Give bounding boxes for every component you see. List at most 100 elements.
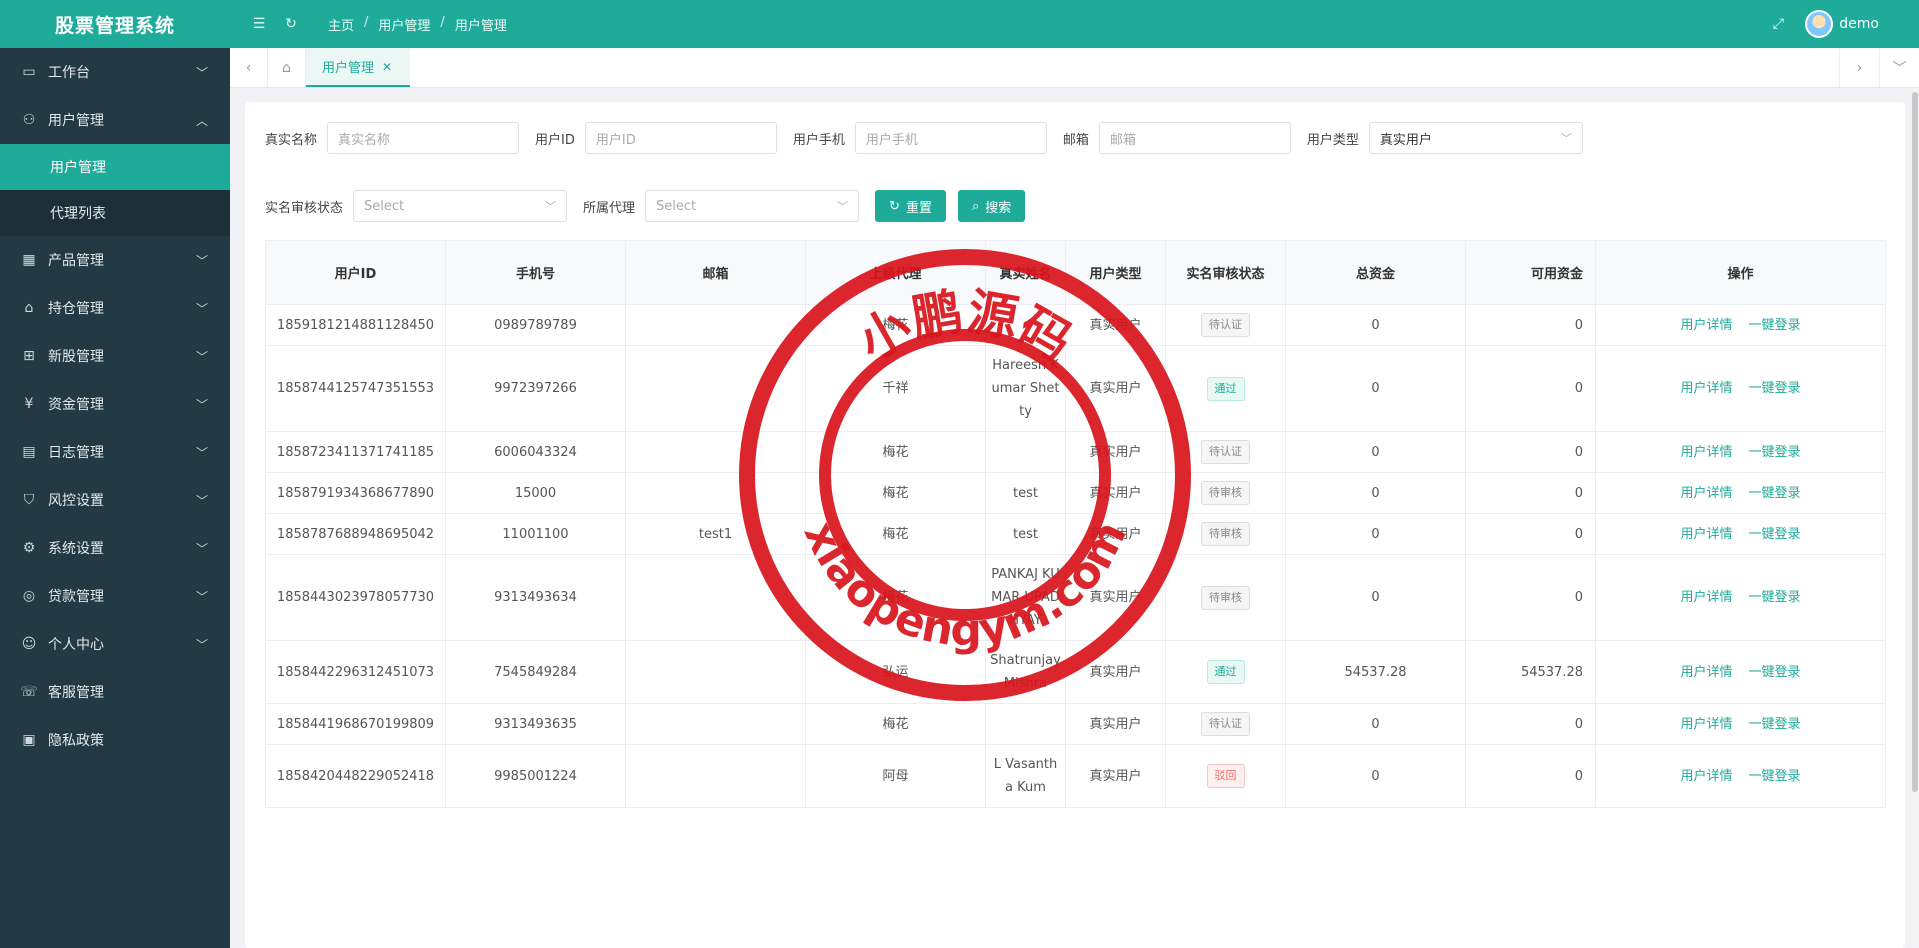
user-detail-link[interactable]: 用户详情 (1680, 769, 1732, 784)
user-detail-link[interactable]: 用户详情 (1680, 665, 1732, 680)
user-type-select[interactable]: 真实用户 ﹀ (1368, 122, 1583, 154)
user-detail-link[interactable]: 用户详情 (1680, 590, 1732, 605)
sidebar-item-ipo[interactable]: ⊞ 新股管理 ﹀ (0, 332, 230, 380)
real-name-cell: test (985, 472, 1066, 514)
one-click-login-link[interactable]: 一键登录 (1749, 381, 1801, 396)
sidebar-subitem-agent-list[interactable]: 代理列表 (0, 190, 230, 236)
email-cell (625, 744, 806, 808)
email-cell (625, 640, 806, 704)
tab-scroll-left-icon[interactable]: ‹ (230, 48, 268, 87)
one-click-login-link[interactable]: 一键登录 (1749, 717, 1801, 732)
one-click-login-link[interactable]: 一键登录 (1749, 665, 1801, 680)
agent-placeholder: Select (656, 198, 697, 214)
agent-label: 所属代理 (583, 200, 636, 216)
sidebar-item-system[interactable]: ⚙ 系统设置 ﹀ (0, 524, 230, 572)
table-row: 1859181214881128450 0989789789 梅花 真实用户 待认证 0 0… (265, 304, 1886, 346)
breadcrumb-separator: / (364, 14, 369, 30)
chart-icon: ⊞ (23, 348, 35, 364)
sidebar-item-loans[interactable]: ◎ 贷款管理 ﹀ (0, 572, 230, 620)
sidebar-item-label: 用户管理 (50, 160, 106, 176)
fullscreen-icon[interactable]: ⤢ (1769, 15, 1787, 33)
tab-user-management[interactable]: 用户管理 ✕ (306, 48, 411, 87)
table-row: 1858787688948695042 11001100 test1 梅花 test 真实… (265, 513, 1886, 555)
agent-cell: 阿母 (805, 744, 986, 808)
search-icon: ⌕ (971, 198, 980, 213)
chevron-down-icon: ﹀ (837, 200, 849, 213)
one-click-login-link[interactable]: 一键登录 (1749, 527, 1801, 542)
page-scrollbar-thumb[interactable] (1912, 92, 1918, 792)
status-badge: 待审核 (1201, 522, 1250, 546)
user-type-cell: 真实用户 (1065, 472, 1166, 514)
real-name-cell: Shatrunjay Mishra (985, 640, 1066, 704)
agent-select[interactable]: Select ﹀ (645, 190, 860, 222)
sidebar-item-service[interactable]: ☏ 客服管理 (0, 668, 230, 716)
tab-scroll-right-icon[interactable]: › (1839, 48, 1879, 87)
refresh-icon[interactable]: ↻ (282, 15, 300, 33)
one-click-login-link[interactable]: 一键登录 (1749, 590, 1801, 605)
close-icon[interactable]: ✕ (382, 60, 392, 74)
tab-menu-chevron-icon[interactable]: ﹀ (1879, 48, 1919, 87)
chevron-down-icon: ﹀ (195, 397, 208, 412)
home-tab-icon[interactable]: ⌂ (268, 48, 306, 87)
verify-status-select[interactable]: Select ﹀ (353, 190, 568, 222)
user-menu[interactable]: demo (1805, 10, 1879, 38)
user-type-cell: 真实用户 (1065, 640, 1166, 704)
column-header: 上级代理 (805, 240, 986, 305)
sidebar-subitem-user-management[interactable]: 用户管理 (0, 144, 230, 190)
user-type-cell: 真实用户 (1065, 345, 1166, 432)
chevron-down-icon: ﹀ (195, 445, 208, 460)
available-funds-cell: 0 (1465, 431, 1596, 473)
sidebar-item-label: 用户管理 (48, 113, 104, 129)
user-detail-link[interactable]: 用户详情 (1680, 445, 1732, 460)
search-button[interactable]: ⌕ 搜索 (957, 190, 1026, 222)
sidebar-item-risk[interactable]: ⛉ 风控设置 ﹀ (0, 476, 230, 524)
user-id-input[interactable]: 用户ID (584, 122, 777, 154)
email-cell (625, 554, 806, 641)
real-name-input[interactable]: 真实名称 (327, 122, 520, 154)
sidebar-item-label: 客服管理 (48, 685, 104, 701)
status-cell: 待认证 (1165, 703, 1286, 745)
sidebar-item-profile[interactable]: ☺ 个人中心 ﹀ (0, 620, 230, 668)
user-detail-link[interactable]: 用户详情 (1680, 717, 1732, 732)
sidebar-item-privacy[interactable]: ▣ 隐私政策 (0, 716, 230, 764)
reset-button[interactable]: ↻ 重置 (875, 190, 946, 222)
phone-input[interactable]: 用户手机 (854, 122, 1047, 154)
one-click-login-link[interactable]: 一键登录 (1749, 445, 1801, 460)
status-badge: 待审核 (1201, 481, 1250, 505)
sidebar-item-label: 资金管理 (48, 397, 104, 413)
sidebar-item-label: 日志管理 (48, 445, 104, 461)
email-input[interactable]: 邮箱 (1098, 122, 1291, 154)
breadcrumb-section[interactable]: 用户管理 (378, 15, 430, 34)
user-detail-link[interactable]: 用户详情 (1680, 318, 1732, 333)
sidebar-item-label: 风控设置 (48, 493, 104, 509)
breadcrumb-home[interactable]: 主页 (328, 15, 354, 34)
loan-icon: ◎ (22, 588, 36, 604)
sidebar-item-workbench[interactable]: ▭ 工作台 ﹀ (0, 48, 230, 96)
user-type-cell: 真实用户 (1065, 513, 1166, 555)
total-funds-cell: 0 (1285, 472, 1466, 514)
sidebar-item-logs[interactable]: ▤ 日志管理 ﹀ (0, 428, 230, 476)
user-detail-link[interactable]: 用户详情 (1680, 527, 1732, 542)
sidebar-item-products[interactable]: ▦ 产品管理 ﹀ (0, 236, 230, 284)
user-name: demo (1839, 16, 1879, 32)
status-cell: 待审核 (1165, 554, 1286, 641)
real-name-cell (985, 304, 1066, 346)
user-id-label: 用户ID (535, 132, 575, 148)
user-detail-link[interactable]: 用户详情 (1680, 381, 1732, 396)
one-click-login-link[interactable]: 一键登录 (1749, 769, 1801, 784)
sidebar-item-funds[interactable]: ¥ 资金管理 ﹀ (0, 380, 230, 428)
status-cell: 通过 (1165, 640, 1286, 704)
actions-cell: 用户详情 一键登录 (1595, 554, 1886, 641)
available-funds-cell: 0 (1465, 345, 1596, 432)
sidebar-item-users[interactable]: ⚇ 用户管理 ︿ (0, 96, 230, 144)
user-detail-link[interactable]: 用户详情 (1680, 486, 1732, 501)
money-icon: ¥ (24, 396, 34, 412)
table-row: 1858791934368677890 15000 梅花 test 真实用户 待审核 0 0 用… (265, 472, 1886, 514)
sidebar-item-positions[interactable]: ⌂ 持仓管理 ﹀ (0, 284, 230, 332)
status-cell: 待认证 (1165, 431, 1286, 473)
total-funds-cell: 0 (1285, 744, 1466, 808)
menu-fold-icon[interactable]: ☰ (250, 15, 268, 33)
one-click-login-link[interactable]: 一键登录 (1749, 486, 1801, 501)
one-click-login-link[interactable]: 一键登录 (1749, 318, 1801, 333)
table-header-row: 用户ID 手机号 邮箱 上级代理 真实姓名 用户类型 实名审核状态 总资金 可用… (265, 240, 1886, 305)
